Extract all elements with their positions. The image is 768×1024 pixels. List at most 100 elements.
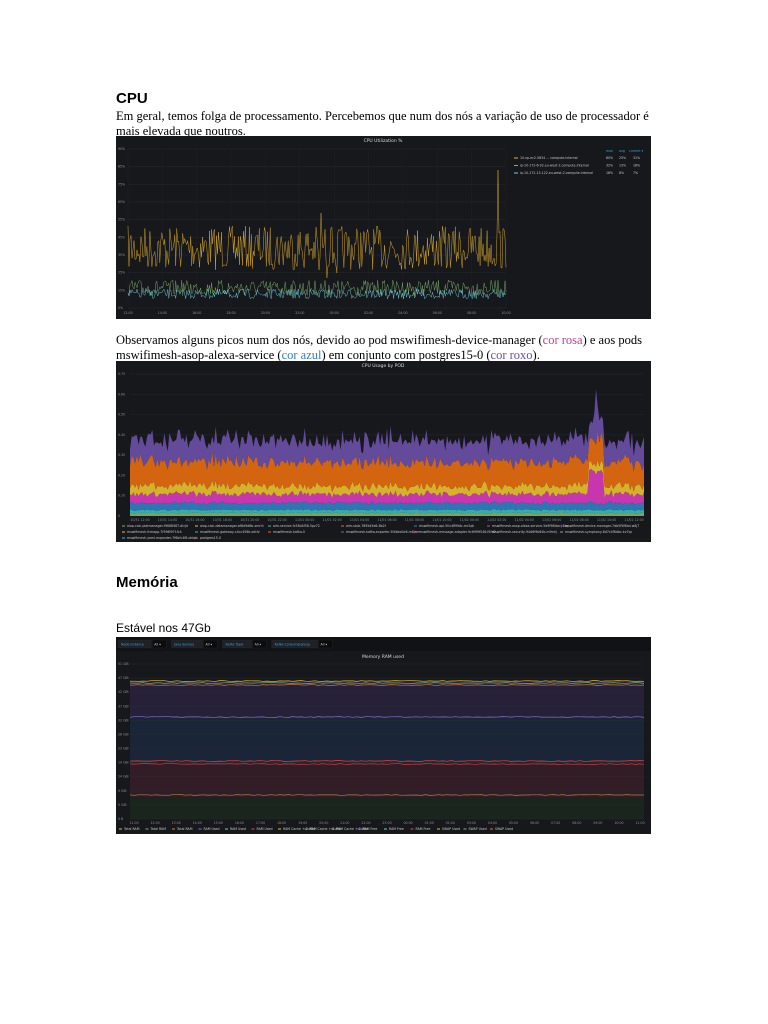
memory-y-tick: 42 GiB xyxy=(118,690,129,694)
pod-x-tick: 10/31 22:00 xyxy=(268,518,287,522)
memory-legend-item[interactable]: RAM Used xyxy=(257,827,273,831)
cpu-legend-avg: 25% xyxy=(619,156,626,160)
memory-x-tick: 16:00 xyxy=(235,821,244,825)
memory-y-tick: 0 B xyxy=(118,817,123,821)
memory-x-tick: 11:00 xyxy=(635,821,644,825)
memory-y-tick: 5 GiB xyxy=(118,803,127,807)
cpu-y-tick: 25% xyxy=(118,271,125,275)
pod-y-tick: 0.30 xyxy=(118,453,125,457)
memory-legend-item[interactable]: Total RAM xyxy=(176,827,193,831)
pod-legend-item[interactable]: aim-stub-7895d5d6-8b2f xyxy=(346,524,387,528)
memory-legend-item[interactable]: SWAP Used xyxy=(469,827,487,831)
filter-value[interactable]: All ▾ xyxy=(154,642,161,646)
purple-label: cor roxo xyxy=(490,347,533,362)
pod-x-tick: 10/31 16:00 xyxy=(185,518,204,522)
memory-x-tick: 06:00 xyxy=(530,821,539,825)
legend-header-avg: avg xyxy=(619,149,625,153)
pod-x-tick: 11/01 04:00 xyxy=(350,518,369,522)
memory-legend-item[interactable]: RAM Free xyxy=(416,827,431,831)
memory-x-tick: 00:00 xyxy=(403,821,412,825)
memory-y-tick: 33 GiB xyxy=(118,718,129,722)
filter-value[interactable]: All ▾ xyxy=(321,642,328,646)
pod-y-tick: 0.75 xyxy=(118,372,125,376)
pod-legend-item[interactable]: mswifimesh-yaml-expander-7f6bfc4f8-ddqk xyxy=(127,536,197,540)
memory-legend-item[interactable]: RAM Free xyxy=(389,827,404,831)
memory-x-tick: 15:00 xyxy=(214,821,223,825)
pod-legend-item[interactable]: mswifimesh-device-manager-7db5f5f6bd-w6j… xyxy=(565,524,639,528)
pod-legend-item[interactable]: mswifimesh-api-5fcc8f99dc-mr2qk xyxy=(419,524,474,528)
memory-legend-item[interactable]: RAM Used xyxy=(230,827,246,831)
memory-legend-item[interactable]: SWAP Used xyxy=(495,827,513,831)
memory-x-tick: 19:00 xyxy=(298,821,307,825)
pod-legend-item[interactable]: mswifimesh-kafka-0 xyxy=(273,530,305,534)
memory-y-tick: 37 GiB xyxy=(118,704,129,708)
pod-legend-item[interactable]: aiop-calc-platmanager-f9688987-dtrjd xyxy=(127,524,188,528)
pod-legend-item[interactable]: mswifimesh-fcmapp-7f596f97f-fc4 xyxy=(127,530,182,534)
cpu-legend-name[interactable]: ip-10-172-13-122.eu-west-2.compute.inter… xyxy=(520,171,593,175)
legend-header-current[interactable]: current ▾ xyxy=(629,149,644,153)
blue-label: cor azul xyxy=(281,347,322,362)
memory-y-tick: 23 GiB xyxy=(118,747,129,751)
pod-legend-item[interactable]: mswifimesh-gateway-c4cc456b-wfcfz xyxy=(200,530,260,534)
memory-x-tick: 22:00 xyxy=(361,821,370,825)
cpu-utilization-panel: CPU Utilization % 90% 85% 75% 65% 55% 45% 35% 2… xyxy=(116,136,651,319)
pod-x-tick: 11/02 00:00 xyxy=(460,518,479,522)
memory-x-tick: 02:00 xyxy=(446,821,455,825)
cpu-legend-max: 80% xyxy=(606,156,613,160)
cpu-legend-avg: 13% xyxy=(619,164,626,168)
pod-x-tick: 11/02 02:00 xyxy=(487,518,506,522)
memory-x-tick: 20:00 xyxy=(319,821,328,825)
memory-panel-title: Memory RAM used xyxy=(362,654,404,660)
memory-x-tick: 01:00 xyxy=(425,821,434,825)
memory-x-tick: 13:00 xyxy=(172,821,181,825)
cpu-legend-current: 7% xyxy=(633,171,638,175)
cpu-x-tick: 16:00 xyxy=(192,311,201,315)
cpu-legend-name[interactable]: ip-10-172-6-92.eu-west-2.compute.interna… xyxy=(520,164,589,168)
memory-y-tick: 47 GiB xyxy=(118,676,129,680)
cpu-x-tick: 14:00 xyxy=(158,311,167,315)
filter-value[interactable]: All ▾ xyxy=(255,642,262,646)
cpu-x-tick: 04:00 xyxy=(398,311,407,315)
filter-value[interactable]: All ▾ xyxy=(206,642,213,646)
memory-x-tick: 03:00 xyxy=(467,821,476,825)
pod-x-tick: 11/01 08:00 xyxy=(405,518,424,522)
memory-legend-item[interactable]: RAM Free xyxy=(363,827,378,831)
pod-legend-item[interactable]: mswifimesh-asop-alexa-service-5d9f96bbc-… xyxy=(492,524,568,528)
pod-y-tick: 0.50 xyxy=(118,413,125,417)
cpu-y-tick: 75% xyxy=(118,182,125,186)
cpu-legend-current: 31% xyxy=(633,156,640,160)
pod-legend-item[interactable]: mswifimesh-security-94d6f9b64b-mfmhj xyxy=(492,530,557,534)
memory-area-band xyxy=(130,797,644,819)
cpu-x-tick: 00:00 xyxy=(330,311,339,315)
memory-x-tick: 10:00 xyxy=(614,821,623,825)
cpu-legend-name[interactable]: 10-vp-ec2-5834 ... compute.internal xyxy=(520,156,578,160)
pod-y-tick: 0.40 xyxy=(118,433,125,437)
memory-x-tick: 18:00 xyxy=(277,821,286,825)
memory-legend-item[interactable]: Total RAM xyxy=(150,827,167,831)
pod-legend-item[interactable]: postgres15-0 xyxy=(200,536,221,540)
memory-legend-item[interactable]: RAM Used xyxy=(204,827,220,831)
memory-x-tick: 07:00 xyxy=(551,821,560,825)
pod-legend-item[interactable]: aim-service-fc58d4f58-5pz72 xyxy=(273,524,320,528)
pod-legend-item[interactable]: mswifimesh-message-adapter-9c69f9f546-f4… xyxy=(419,530,496,534)
pod-y-tick: 0 xyxy=(118,514,120,518)
pod-x-tick: 11/02 06:00 xyxy=(542,518,561,522)
cpu-x-tick: 10:00 xyxy=(501,311,510,315)
pod-legend-item[interactable]: mswifimesh-kafka-exporter-5f4bbd4c6-m8jm… xyxy=(346,530,420,534)
cpu-legend-avg: 8% xyxy=(619,171,624,175)
pod-legend-item[interactable]: mswifimesh-symphony-6d7c4f8dbc-kv7qc xyxy=(565,530,633,534)
memory-x-tick: 04:00 xyxy=(488,821,497,825)
memory-area-band xyxy=(130,717,644,761)
cpu-y-tick: 55% xyxy=(118,218,125,222)
pod-legend-item[interactable]: aiop-calc-datamanager-bf8d9d6b-xmrhl xyxy=(200,524,264,528)
pod-x-tick: 11/01 00:00 xyxy=(295,518,314,522)
memory-y-tick: 19 GiB xyxy=(118,761,129,765)
memory-legend-item[interactable]: SWAP Used xyxy=(442,827,460,831)
memory-x-tick: 23:00 xyxy=(382,821,391,825)
cpu-by-pod-panel: CPU Usage by POD 0.75 0.60 0.50 0.40 0.30 0.2… xyxy=(116,361,651,542)
cpu-legend-max: 18% xyxy=(606,171,613,175)
memory-y-tick: 9 GiB xyxy=(118,789,127,793)
cpu-y-tick: 45% xyxy=(118,235,125,239)
memory-legend-item[interactable]: Total RAM xyxy=(123,827,140,831)
cpu-y-tick: 15% xyxy=(118,288,125,292)
